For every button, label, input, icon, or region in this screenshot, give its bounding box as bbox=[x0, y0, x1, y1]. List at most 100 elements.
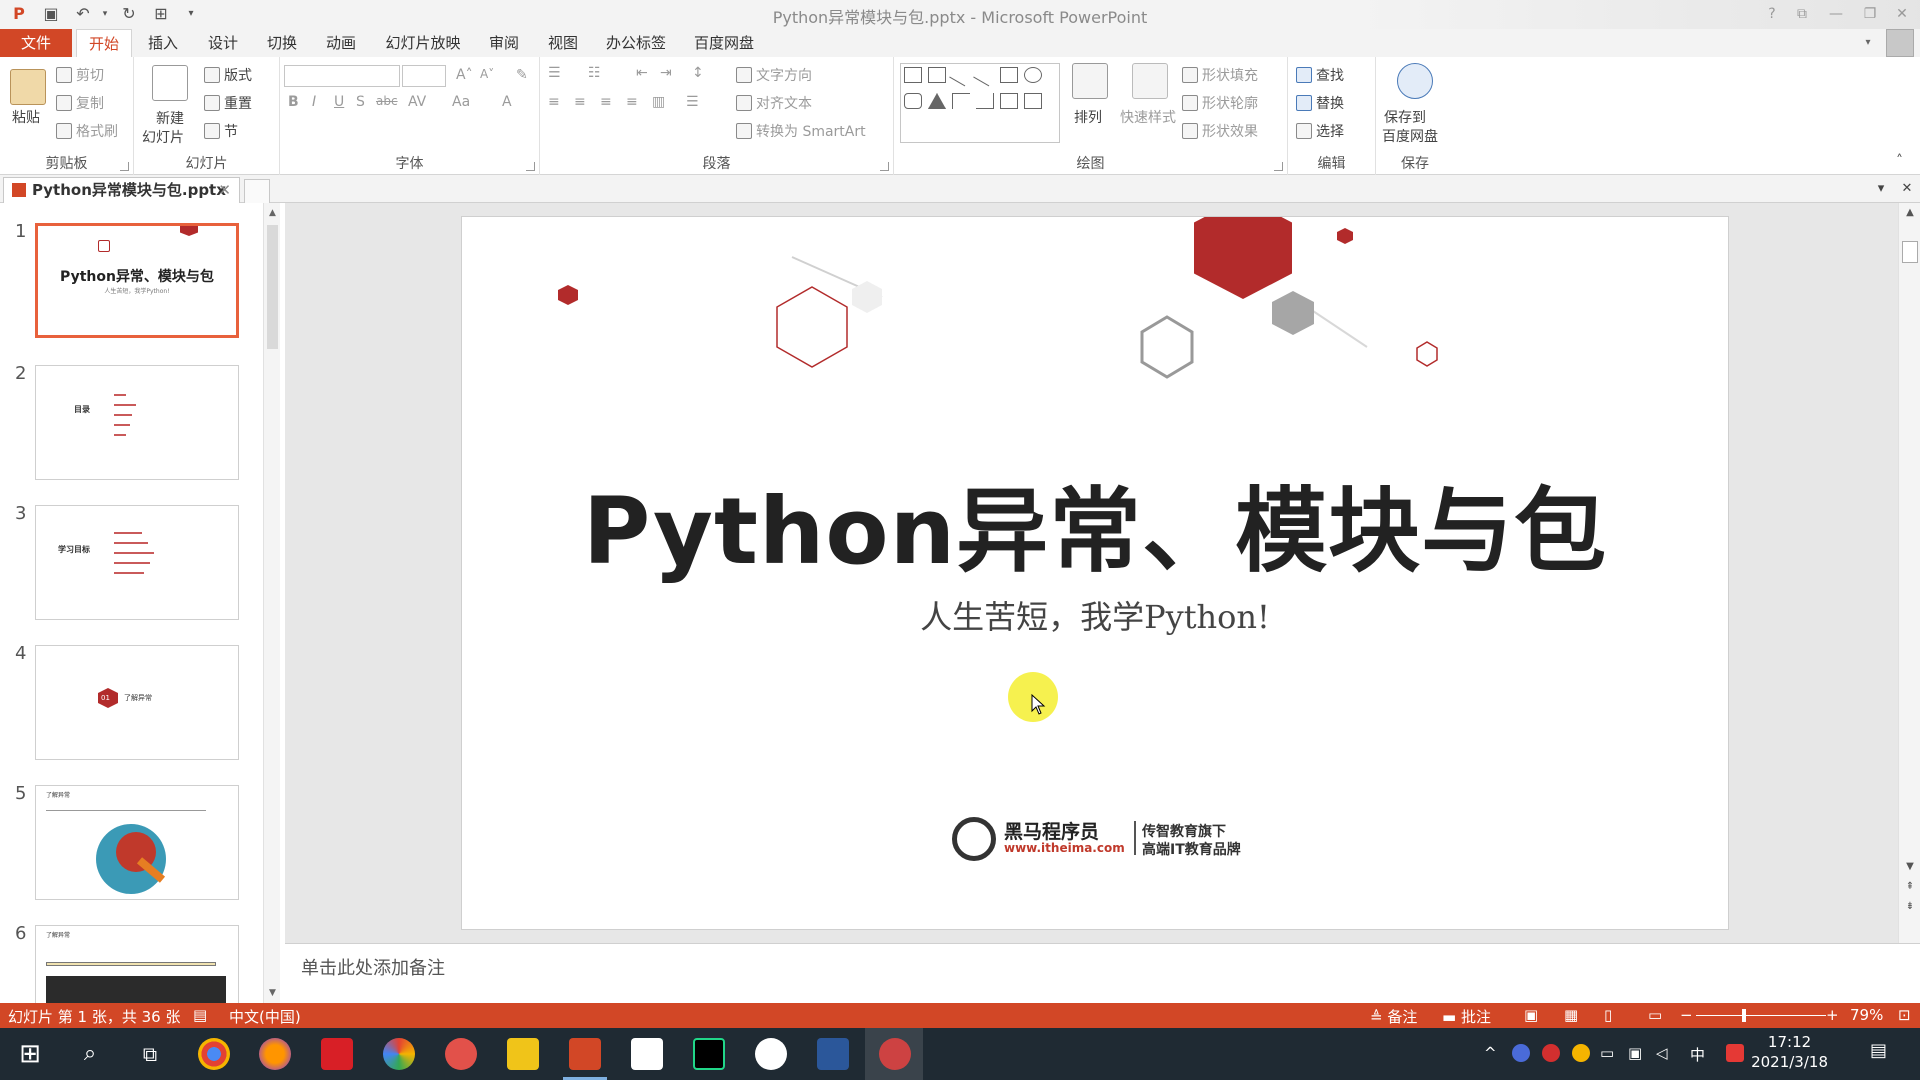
thumbnail-scrollbar[interactable]: ▲ ▼ bbox=[263, 203, 280, 1003]
previous-slide-icon[interactable]: ⇞ bbox=[1902, 879, 1918, 895]
tab-review[interactable]: 审阅 bbox=[481, 29, 527, 57]
tab-design[interactable]: 设计 bbox=[200, 29, 246, 57]
textbox-shape-icon[interactable] bbox=[904, 67, 922, 83]
new-tab-button[interactable] bbox=[244, 179, 270, 203]
paragraph-launcher-icon[interactable] bbox=[880, 162, 889, 171]
shapes-gallery[interactable] bbox=[900, 63, 1060, 143]
copy-button[interactable]: 复制 bbox=[56, 93, 104, 113]
slide-subtitle[interactable]: 人生苦短，我学Python! bbox=[462, 592, 1728, 638]
document-tab[interactable]: Python异常模块与包.pptx ✕ bbox=[3, 177, 240, 203]
font-launcher-icon[interactable] bbox=[526, 162, 535, 171]
restore-icon[interactable]: ❐ bbox=[1856, 3, 1884, 25]
font-family-box[interactable] bbox=[284, 65, 400, 87]
volume-icon[interactable]: ◁ bbox=[1656, 1044, 1668, 1062]
normal-view-icon[interactable]: ▣ bbox=[1524, 1006, 1538, 1024]
tray-pause-icon[interactable] bbox=[1512, 1044, 1530, 1062]
tray-app-icon[interactable] bbox=[1572, 1044, 1590, 1062]
arrange-icon[interactable] bbox=[1072, 63, 1108, 99]
account-dropdown-icon[interactable]: ▾ bbox=[1860, 29, 1876, 57]
font-size-box[interactable] bbox=[402, 65, 446, 87]
cut-button[interactable]: 剪切 bbox=[56, 65, 104, 85]
file-explorer-icon[interactable] bbox=[507, 1038, 539, 1070]
oval-shape-icon[interactable] bbox=[1024, 67, 1042, 83]
tray-chevron-icon[interactable]: ^ bbox=[1484, 1044, 1497, 1062]
spellcheck-icon[interactable]: ▤ bbox=[193, 1006, 207, 1024]
pycharm-icon[interactable] bbox=[693, 1038, 725, 1070]
language-indicator[interactable]: 中文(中国) bbox=[229, 1006, 301, 1027]
align-text-button[interactable]: 对齐文本 bbox=[736, 93, 812, 113]
windows-start-icon[interactable]: ⊞ bbox=[14, 1038, 46, 1070]
task-view-icon[interactable]: ⧉ bbox=[134, 1038, 166, 1070]
typora-icon[interactable] bbox=[631, 1038, 663, 1070]
vmware-icon[interactable] bbox=[817, 1038, 849, 1070]
save-to-baidu-line2[interactable]: 百度网盘 bbox=[1382, 126, 1438, 146]
slide-thumbnail-1[interactable]: Python异常、模块与包 人生苦短，我学Python! bbox=[35, 223, 239, 338]
tab-insert[interactable]: 插入 bbox=[140, 29, 186, 57]
textbox-vertical-shape-icon[interactable] bbox=[928, 67, 946, 83]
text-direction-button[interactable]: 文字方向 bbox=[736, 65, 812, 85]
paste-button[interactable]: 粘贴 bbox=[12, 107, 40, 127]
scroll-down-icon[interactable]: ▼ bbox=[264, 985, 281, 1001]
char-spacing-button[interactable]: AV bbox=[408, 94, 426, 110]
ime-indicator[interactable]: 中 bbox=[1690, 1044, 1705, 1065]
align-center-icon[interactable]: ≡ bbox=[574, 94, 586, 110]
align-right-icon[interactable]: ≡ bbox=[600, 94, 612, 110]
thumbnail-scroll-thumb[interactable] bbox=[267, 225, 278, 349]
increase-indent-icon[interactable]: ⇥ bbox=[660, 65, 672, 81]
find-button[interactable]: 查找 bbox=[1296, 65, 1344, 85]
underline-button[interactable]: U bbox=[334, 94, 344, 110]
notes-pane[interactable]: 单击此处添加备注 bbox=[285, 943, 1920, 1003]
reading-view-icon[interactable]: ▯ bbox=[1604, 1006, 1612, 1024]
scroll-up-icon[interactable]: ▲ bbox=[1902, 205, 1918, 221]
font-color-button[interactable]: A bbox=[502, 94, 512, 110]
italic-button[interactable]: I bbox=[312, 94, 316, 110]
align-left-icon[interactable]: ≡ bbox=[548, 94, 560, 110]
slide-thumbnail-3[interactable]: 学习目标 bbox=[35, 505, 239, 620]
obs-icon[interactable] bbox=[755, 1038, 787, 1070]
fit-to-window-icon[interactable]: ⊡ bbox=[1898, 1006, 1911, 1024]
clear-formatting-icon[interactable]: ✎ bbox=[516, 67, 528, 83]
slide-sorter-icon[interactable]: ▦ bbox=[1564, 1006, 1578, 1024]
tray-record-icon[interactable] bbox=[1542, 1044, 1560, 1062]
slide-title[interactable]: Python异常、模块与包 bbox=[462, 457, 1728, 590]
columns-icon[interactable]: ▥ bbox=[652, 94, 665, 110]
minimize-icon[interactable]: — bbox=[1822, 3, 1850, 25]
zoom-in-button[interactable]: + bbox=[1826, 1006, 1839, 1024]
arrow-shape-icon[interactable] bbox=[973, 63, 997, 87]
baidu-cloud-icon[interactable] bbox=[1397, 63, 1433, 99]
scroll-up-icon[interactable]: ▲ bbox=[264, 205, 281, 221]
quick-styles-icon[interactable] bbox=[1132, 63, 1168, 99]
smartart-button[interactable]: 转换为 SmartArt bbox=[736, 121, 866, 141]
tab-view[interactable]: 视图 bbox=[540, 29, 586, 57]
search-icon[interactable]: ⌕ bbox=[74, 1038, 106, 1070]
new-slide-button-line2[interactable]: 幻灯片 bbox=[142, 127, 184, 147]
slide-thumbnail-4[interactable]: 01 了解异常 bbox=[35, 645, 239, 760]
paste-icon[interactable] bbox=[10, 69, 46, 105]
justify-icon[interactable]: ≡ bbox=[626, 94, 638, 110]
replace-button[interactable]: 替换 bbox=[1296, 93, 1344, 113]
save-to-baidu-line1[interactable]: 保存到 bbox=[1384, 107, 1426, 127]
elbow-connector-icon[interactable] bbox=[952, 93, 970, 109]
zoom-level[interactable]: 79% bbox=[1850, 1006, 1883, 1024]
firefox-icon[interactable] bbox=[259, 1038, 291, 1070]
rectangle-shape-icon[interactable] bbox=[1000, 67, 1018, 83]
decrease-indent-icon[interactable]: ⇤ bbox=[636, 65, 648, 81]
rounded-rect-shape-icon[interactable] bbox=[904, 93, 922, 109]
notes-toggle-button[interactable]: ≜ 备注 bbox=[1370, 1006, 1417, 1027]
tab-transitions[interactable]: 切换 bbox=[259, 29, 305, 57]
powerpoint-taskbar-icon[interactable] bbox=[569, 1038, 601, 1070]
slide-thumbnail-6[interactable]: 了解异常 bbox=[35, 925, 239, 1003]
new-slide-icon[interactable] bbox=[152, 65, 188, 101]
notification-center-icon[interactable]: ▤ bbox=[1870, 1040, 1887, 1061]
down-arrow-shape-icon[interactable] bbox=[1024, 93, 1042, 109]
close-document-icon[interactable]: ✕ bbox=[1896, 178, 1918, 200]
tab-office-tabs[interactable]: 办公标签 bbox=[600, 29, 672, 57]
slide-canvas[interactable]: Python异常、模块与包 人生苦短，我学Python! 黑马程序员 www.i… bbox=[461, 216, 1729, 930]
strikethrough-button[interactable]: abc bbox=[376, 94, 398, 108]
slide-scrollbar[interactable]: ▲ ▼ ⇞ ⇟ bbox=[1898, 203, 1920, 943]
close-window-icon[interactable]: ✕ bbox=[1888, 3, 1916, 25]
chrome-icon[interactable] bbox=[198, 1038, 230, 1070]
tab-list-dropdown-icon[interactable]: ▾ bbox=[1870, 178, 1892, 200]
tab-slideshow[interactable]: 幻灯片放映 bbox=[378, 29, 468, 57]
format-painter-button[interactable]: 格式刷 bbox=[56, 121, 118, 141]
